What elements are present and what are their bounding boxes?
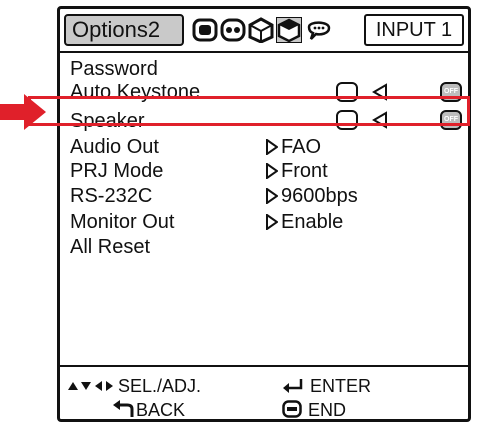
prj-mode-value: Front — [266, 159, 328, 184]
menu-item-monitor-out[interactable]: Monitor Out — [70, 210, 174, 235]
menu-tab-bar: Options2 INPUT 1 — [60, 9, 468, 53]
menu-item-prj-mode[interactable]: PRJ Mode — [70, 159, 163, 184]
speaker-highlight-box — [28, 96, 470, 126]
options2-tab-icon[interactable] — [276, 17, 302, 43]
value-pointer-icon — [266, 187, 279, 205]
menu-item-password[interactable]: Password — [70, 57, 158, 82]
menu-title-tab[interactable]: Options2 — [64, 14, 184, 46]
value-pointer-icon — [266, 213, 279, 231]
back-hint: BACK — [112, 399, 185, 421]
back-arrow-icon — [113, 400, 134, 417]
monitor-out-value: Enable — [266, 210, 343, 235]
menu-item-all-reset[interactable]: All Reset — [70, 235, 150, 260]
picture-tab-icon[interactable] — [192, 17, 218, 43]
direction-keys-icon — [68, 381, 113, 391]
menu-item-audio-out[interactable]: Audio Out — [70, 135, 159, 160]
language-tab-icon[interactable] — [306, 17, 332, 43]
value-pointer-icon — [266, 162, 279, 180]
setup-tab-icon[interactable] — [248, 17, 274, 43]
input-source-label: INPUT 1 — [364, 14, 464, 46]
value-pointer-icon — [266, 138, 279, 156]
enter-hint: ENTER — [282, 375, 371, 397]
footer-divider — [60, 365, 468, 367]
end-hint: END — [282, 399, 346, 421]
audio-out-value: FAO — [266, 135, 321, 160]
options2-menu-panel: Options2 INPUT 1 Password Auto Keystone — [57, 6, 471, 422]
menu-end-key-icon — [282, 400, 302, 418]
menu-item-rs-232c[interactable]: RS-232C — [70, 184, 152, 209]
sel-adj-hint: SEL./ADJ. — [68, 375, 201, 397]
rs-232c-value: 9600bps — [266, 184, 358, 209]
sound-tab-icon[interactable] — [220, 17, 246, 43]
enter-key-icon — [283, 379, 303, 393]
